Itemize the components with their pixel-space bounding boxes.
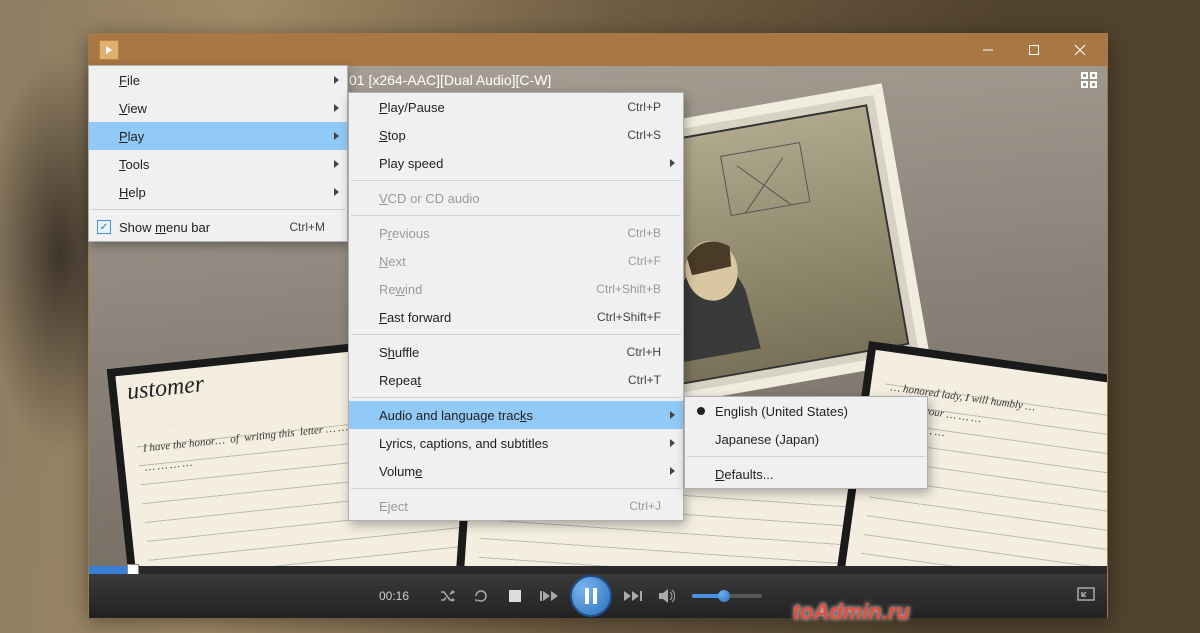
menu-separator bbox=[687, 456, 925, 457]
menu-separator bbox=[351, 180, 681, 181]
shortcut-label: Ctrl+Shift+B bbox=[596, 282, 661, 296]
chevron-right-icon bbox=[670, 439, 675, 447]
menu-show-menu-bar[interactable]: ✓ Show menu bar Ctrl+M bbox=[89, 213, 347, 241]
menu-play[interactable]: Play bbox=[89, 122, 347, 150]
menu-repeat[interactable]: Repeat Ctrl+T bbox=[349, 366, 683, 394]
shortcut-label: Ctrl+J bbox=[629, 499, 661, 513]
menu-separator bbox=[351, 488, 681, 489]
chevron-right-icon bbox=[334, 132, 339, 140]
previous-button[interactable] bbox=[536, 583, 562, 609]
seek-bar[interactable] bbox=[89, 566, 1107, 574]
now-playing-title: 01 [x264-AAC][Dual Audio][C-W] bbox=[349, 72, 551, 88]
playback-controls: 00:16 bbox=[89, 574, 1107, 618]
chevron-right-icon bbox=[670, 411, 675, 419]
menu-vcd-audio: VCD or CD audio bbox=[349, 184, 683, 212]
menu-next: Next Ctrl+F bbox=[349, 247, 683, 275]
maximize-button[interactable] bbox=[1011, 34, 1057, 66]
radio-selected-icon bbox=[697, 407, 705, 415]
stop-button[interactable] bbox=[502, 583, 528, 609]
shortcut-label: Ctrl+Shift+F bbox=[597, 310, 661, 324]
watermark-text: toAdmin.ru bbox=[793, 599, 910, 625]
close-button[interactable] bbox=[1057, 34, 1103, 66]
chevron-right-icon bbox=[334, 104, 339, 112]
shortcut-label: Ctrl+T bbox=[628, 373, 661, 387]
shortcut-label: Ctrl+S bbox=[627, 128, 661, 142]
menu-separator bbox=[351, 397, 681, 398]
shortcut-label: Ctrl+F bbox=[628, 254, 661, 268]
next-button[interactable] bbox=[620, 583, 646, 609]
play-pause-button[interactable] bbox=[570, 575, 612, 617]
play-submenu: Play/Pause Ctrl+P Stop Ctrl+S Play speed… bbox=[348, 92, 684, 521]
chevron-right-icon bbox=[670, 467, 675, 475]
menu-previous: Previous Ctrl+B bbox=[349, 219, 683, 247]
menu-shuffle[interactable]: Shuffle Ctrl+H bbox=[349, 338, 683, 366]
chevron-right-icon bbox=[670, 159, 675, 167]
titlebar[interactable] bbox=[89, 34, 1107, 66]
volume-thumb[interactable] bbox=[718, 590, 730, 602]
volume-slider[interactable] bbox=[692, 594, 762, 598]
main-context-menu: File View Play Tools Help ✓ Show menu ba… bbox=[88, 65, 348, 242]
menu-play-pause[interactable]: Play/Pause Ctrl+P bbox=[349, 93, 683, 121]
check-icon: ✓ bbox=[97, 220, 111, 234]
audio-tracks-submenu: English (United States) Japanese (Japan)… bbox=[684, 396, 928, 489]
menu-tools[interactable]: Tools bbox=[89, 150, 347, 178]
chevron-right-icon bbox=[334, 76, 339, 84]
elapsed-time: 00:16 bbox=[379, 589, 409, 603]
switch-view-button[interactable] bbox=[1077, 587, 1095, 606]
menu-help[interactable]: Help bbox=[89, 178, 347, 206]
menu-audio-language-tracks[interactable]: Audio and language tracks bbox=[349, 401, 683, 429]
menu-volume[interactable]: Volume bbox=[349, 457, 683, 485]
menu-lyrics-subtitles[interactable]: Lyrics, captions, and subtitles bbox=[349, 429, 683, 457]
shortcut-label: Ctrl+M bbox=[289, 220, 325, 234]
repeat-button[interactable] bbox=[468, 583, 494, 609]
audio-track-defaults[interactable]: Defaults... bbox=[685, 460, 927, 488]
menu-separator bbox=[351, 215, 681, 216]
chevron-right-icon bbox=[334, 160, 339, 168]
menu-stop[interactable]: Stop Ctrl+S bbox=[349, 121, 683, 149]
audio-track-english[interactable]: English (United States) bbox=[685, 397, 927, 425]
menu-rewind: Rewind Ctrl+Shift+B bbox=[349, 275, 683, 303]
shortcut-label: Ctrl+H bbox=[627, 345, 661, 359]
shuffle-button[interactable] bbox=[434, 583, 460, 609]
seek-progress bbox=[89, 566, 135, 574]
mute-button[interactable] bbox=[654, 583, 680, 609]
shortcut-label: Ctrl+P bbox=[627, 100, 661, 114]
chevron-right-icon bbox=[334, 188, 339, 196]
menu-view[interactable]: View bbox=[89, 94, 347, 122]
menu-file[interactable]: File bbox=[89, 66, 347, 94]
menu-separator bbox=[351, 334, 681, 335]
app-icon bbox=[99, 40, 119, 60]
menu-eject: Eject Ctrl+J bbox=[349, 492, 683, 520]
menu-fast-forward[interactable]: Fast forward Ctrl+Shift+F bbox=[349, 303, 683, 331]
menu-play-speed[interactable]: Play speed bbox=[349, 149, 683, 177]
audio-track-japanese[interactable]: Japanese (Japan) bbox=[685, 425, 927, 453]
fullscreen-toggle-icon[interactable] bbox=[1081, 72, 1097, 93]
shortcut-label: Ctrl+B bbox=[627, 226, 661, 240]
minimize-button[interactable] bbox=[965, 34, 1011, 66]
menu-separator bbox=[91, 209, 345, 210]
pause-icon bbox=[584, 588, 598, 604]
